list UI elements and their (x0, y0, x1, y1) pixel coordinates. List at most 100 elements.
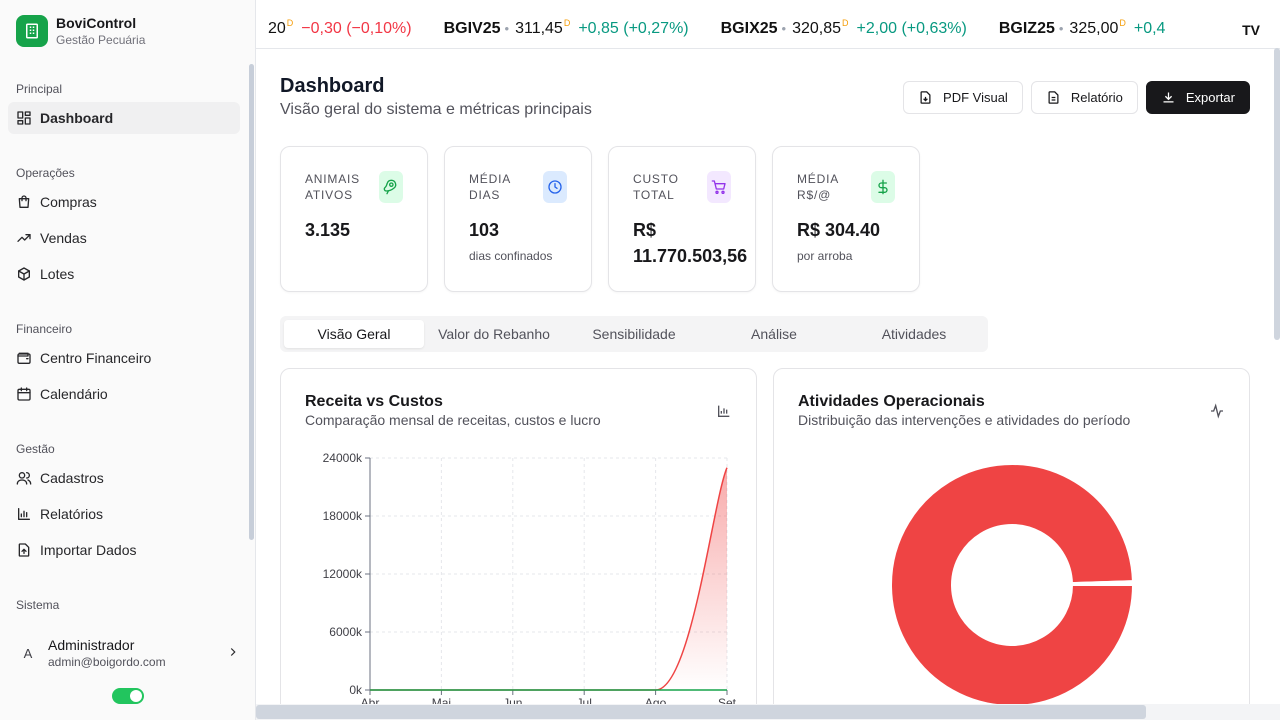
tab-analise[interactable]: Análise (704, 320, 844, 348)
shopping-bag-icon (18, 195, 30, 208)
ticker-change: −0,30 (−0,10%) (301, 20, 412, 37)
stat-icon-badge (871, 171, 895, 203)
beef-icon (383, 179, 397, 195)
sidebar-item-cadastros[interactable]: Cadastros (8, 462, 240, 494)
brand[interactable]: BoviControl Gestão Pecuária (16, 14, 145, 48)
export-button[interactable]: Exportar (1145, 81, 1250, 114)
sidebar-item-label: Dashboard (40, 110, 114, 126)
sidebar-item-lotes[interactable]: Lotes (8, 258, 240, 290)
ticker-price: 20 (268, 20, 286, 37)
stat-label: Média Dias (469, 172, 511, 202)
tradingview-logo[interactable]: TV (1238, 22, 1260, 38)
tab-valor-do-rebanho[interactable]: Valor do Rebanho (424, 320, 564, 348)
dashboard-icon (17, 111, 31, 125)
sidebar-item-relat-rios[interactable]: Relatórios (8, 498, 240, 530)
ticker-delay-flag: D (1119, 18, 1126, 28)
nav-group-label: Operações (16, 166, 75, 180)
sidebar-item-calend-rio[interactable]: Calendário (8, 378, 240, 410)
sidebar-item-vendas[interactable]: Vendas (8, 222, 240, 254)
brand-subtitle: Gestão Pecuária (56, 33, 146, 47)
nav-group: Gestão Cadastros Relatórios Importar Dados (0, 430, 248, 566)
ticker-symbol: BGIX25 (720, 20, 778, 37)
nav-group-label: Sistema (16, 598, 60, 612)
tab-visao-geral[interactable]: Visão Geral (284, 320, 424, 348)
file-upload-icon (18, 543, 30, 557)
ticker-dot: • (504, 21, 510, 36)
ticker-price: 325,00 (1069, 20, 1119, 37)
calendar-icon (17, 387, 31, 401)
user-name: Administrador (48, 637, 135, 653)
stat-value: R$ 11.770.503,56 (633, 220, 748, 266)
stat-icon-badge (707, 171, 731, 203)
y-tick-label: 18000k (323, 509, 363, 523)
stat-subtext: dias confinados (469, 249, 553, 263)
stat-subtext: por arroba (797, 249, 853, 263)
ticker-price: 311,45 (515, 20, 563, 37)
brand-name: BoviControl (56, 15, 137, 31)
y-tick-label: 12000k (323, 567, 363, 581)
ticker-change: +0,85 (+0,27%) (578, 20, 689, 37)
theme-toggle[interactable] (112, 688, 144, 704)
main-vertical-scrollbar[interactable] (1272, 48, 1280, 704)
sidebar-item-label: Importar Dados (40, 542, 137, 558)
building-icon (16, 15, 48, 47)
package-icon (18, 267, 30, 281)
cart-icon (711, 180, 726, 194)
ticker-item[interactable]: 20 D −0,30 (−0,10%) (268, 18, 412, 38)
ticker-price: 320,85 (792, 20, 842, 37)
dollar-icon (878, 179, 888, 195)
user-menu[interactable]: A Administrador admin@boigordo.com (8, 628, 248, 678)
stat-card: Média R$/@ R$ 304.40 por arroba (772, 146, 920, 292)
nav-group-label: Principal (16, 82, 63, 96)
activities-donut-chart (890, 463, 1135, 708)
stat-label: Média R$/@ (797, 172, 839, 202)
sidebar-nav: Principal Dashboard Operações Compras Vendas… (0, 70, 248, 622)
stat-value: 103 (469, 220, 500, 240)
nav-group: Financeiro Centro Financeiro Calendário (0, 310, 248, 410)
ticker-item[interactable]: BGIV25 • 311,45 D +0,85 (+0,27%) (443, 18, 689, 38)
export-label: Exportar (1185, 90, 1235, 105)
revenue-card: Receita vs Custos Comparação mensal de r… (280, 368, 757, 720)
tab-atividades[interactable]: Atividades (844, 320, 984, 348)
ticker-symbol: BGIZ25 (998, 20, 1055, 37)
nav-group-label: Gestão (16, 442, 55, 456)
main-horizontal-scrollbar[interactable] (256, 704, 1280, 720)
trending-up-icon (17, 234, 31, 242)
y-tick-label: 0k (349, 683, 363, 697)
horizontal-scroll-thumb[interactable] (256, 705, 1146, 719)
file-download-icon (920, 91, 931, 104)
chevron-right-icon (226, 645, 240, 662)
ticker-item[interactable]: BGIX25 • 320,85 D +2,00 (+0,63%) (720, 18, 967, 38)
y-tick-label: 24000k (323, 451, 363, 465)
report-button[interactable]: Relatório (1030, 81, 1138, 114)
sidebar-item-dashboard[interactable]: Dashboard (8, 102, 240, 134)
stat-value: R$ 304.40 (797, 220, 881, 240)
nav-group: Principal Dashboard (0, 70, 248, 134)
stat-card: Custo Total R$ 11.770.503,56 (608, 146, 756, 292)
ticker-item[interactable]: BGIZ25 • 325,00 D +0,4 (998, 18, 1166, 38)
series-line (370, 467, 728, 691)
series-area (370, 467, 727, 690)
bar-chart-icon (18, 508, 30, 520)
ticker-symbol: BGIV25 (443, 20, 501, 37)
pdf-visual-button[interactable]: PDF Visual (903, 81, 1023, 114)
vertical-scroll-thumb[interactable] (1274, 48, 1280, 340)
nav-group-label: Financeiro (16, 322, 73, 336)
sidebar-item-importar-dados[interactable]: Importar Dados (8, 534, 240, 566)
clock-icon (548, 180, 562, 194)
sidebar-item-centro-financeiro[interactable]: Centro Financeiro (8, 342, 240, 374)
avatar: A (23, 645, 33, 661)
sidebar-item-compras[interactable]: Compras (8, 186, 240, 218)
sidebar-scrollbar[interactable] (249, 64, 254, 540)
nav-group: Sistema (0, 586, 248, 618)
divider (256, 48, 1280, 49)
sidebar-item-label: Cadastros (40, 470, 104, 486)
stat-label: Animais Ativos (305, 172, 360, 202)
stat-card: Animais Ativos 3.135 (280, 146, 428, 292)
ticker-change: +2,00 (+0,63%) (856, 20, 967, 37)
user-email: admin@boigordo.com (48, 655, 166, 669)
file-text-icon (1048, 91, 1059, 104)
users-icon (16, 472, 32, 485)
revenue-area-chart: 0k6000k12000k18000k24000kAbr Mai Jun Jul Ago… (323, 451, 737, 710)
tab-sensibilidade[interactable]: Sensibilidade (564, 320, 704, 348)
